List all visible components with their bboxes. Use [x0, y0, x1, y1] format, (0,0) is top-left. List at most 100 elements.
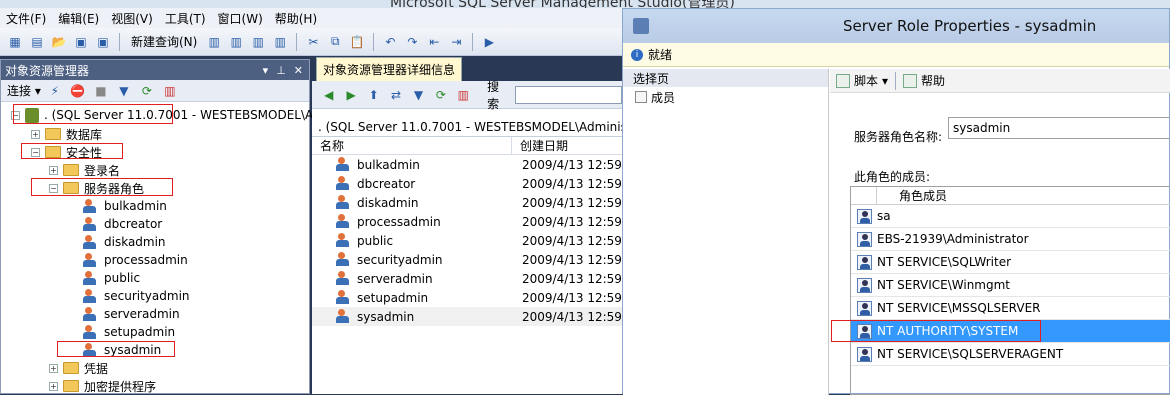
- expand-icon[interactable]: +: [49, 165, 58, 175]
- table-row[interactable]: public 2009/4/13 12:59: [312, 231, 622, 250]
- pin-icon[interactable]: ⊥: [276, 64, 286, 77]
- row-name: diskadmin: [357, 195, 419, 210]
- table-row[interactable]: diskadmin 2009/4/13 12:59: [312, 193, 622, 212]
- stop-icon[interactable]: ■: [92, 82, 110, 100]
- disconnect-icon[interactable]: ⛔: [69, 82, 87, 100]
- member-row[interactable]: NT SERVICE\Winmgmt: [851, 274, 1170, 297]
- forward-icon[interactable]: ▶: [342, 86, 359, 104]
- tree-node-role[interactable]: processadmin: [83, 251, 188, 269]
- security-label: 安全性: [66, 145, 103, 160]
- table-row[interactable]: securityadmin 2009/4/13 12:59: [312, 250, 622, 269]
- copy-icon[interactable]: ⧉: [326, 33, 344, 51]
- redo-icon[interactable]: ↷: [403, 33, 421, 51]
- tree-node-role[interactable]: diskadmin: [83, 233, 166, 251]
- report-icon[interactable]: ▥: [455, 86, 472, 104]
- column-header-name[interactable]: 名称: [312, 137, 512, 154]
- role-name-label: 服务器角色名称:: [854, 130, 943, 144]
- member-row[interactable]: NT SERVICE\MSSQLSERVER: [851, 297, 1170, 320]
- column-header-created[interactable]: 创建日期: [512, 137, 568, 154]
- back-icon[interactable]: ◀: [320, 86, 337, 104]
- navigate-backward-icon[interactable]: ⇤: [425, 33, 443, 51]
- close-icon[interactable]: ✕: [294, 64, 303, 77]
- server-role-icon: [83, 324, 99, 340]
- expand-icon[interactable]: +: [31, 129, 40, 139]
- refresh-icon[interactable]: ⟳: [138, 82, 156, 100]
- tree-node-role[interactable]: securityadmin: [83, 287, 190, 305]
- xmla-query-icon[interactable]: ▥: [249, 33, 267, 51]
- table-row[interactable]: bulkadmin 2009/4/13 12:59: [312, 155, 622, 174]
- dmx-query-icon[interactable]: ▥: [227, 33, 245, 51]
- server-role-icon: [336, 290, 352, 305]
- tree-node-role[interactable]: dbcreator: [83, 215, 162, 233]
- table-row[interactable]: serveradmin 2009/4/13 12:59: [312, 269, 622, 288]
- table-row[interactable]: setupadmin 2009/4/13 12:59: [312, 288, 622, 307]
- connect-button[interactable]: 连接 ▾: [7, 82, 41, 99]
- member-row[interactable]: NT SERVICE\SQLSERVERAGENT: [851, 343, 1170, 366]
- menu-help[interactable]: 帮助(H): [269, 10, 323, 27]
- script-dropdown-icon[interactable]: ▾: [882, 74, 888, 88]
- member-row[interactable]: sa: [851, 205, 1170, 228]
- tree-node-role[interactable]: serveradmin: [83, 305, 180, 323]
- column-header-role-member[interactable]: 角色成员: [877, 187, 947, 204]
- details-toolbar: ◀ ▶ ⬆ ⇄ ▼ ⟳ ▥ 搜索: [312, 80, 622, 111]
- undo-icon[interactable]: ↶: [381, 33, 399, 51]
- role-name-field[interactable]: sysadmin: [948, 117, 1170, 139]
- panel-dropdown-icon[interactable]: ▾: [263, 64, 269, 77]
- member-row[interactable]: NT SERVICE\SQLWriter: [851, 251, 1170, 274]
- menu-edit[interactable]: 编辑(E): [52, 10, 105, 27]
- navigate-forward-icon[interactable]: ⇥: [447, 33, 465, 51]
- tree-node-server[interactable]: − . (SQL Server 11.0.7001 - WESTEBSMODEL…: [11, 106, 321, 124]
- paste-icon[interactable]: 📋: [348, 33, 366, 51]
- mdx-query-icon[interactable]: ▥: [205, 33, 223, 51]
- search-input[interactable]: [515, 85, 622, 104]
- save-icon[interactable]: ▣: [72, 33, 90, 51]
- tree-node-role[interactable]: setupadmin: [83, 323, 175, 341]
- expand-icon[interactable]: +: [49, 363, 58, 373]
- table-row-selected[interactable]: sysadmin 2009/4/13 12:59: [312, 307, 622, 326]
- sync-icon[interactable]: ⇄: [387, 86, 404, 104]
- page-item-members[interactable]: 成员: [623, 87, 828, 107]
- table-row[interactable]: dbcreator 2009/4/13 12:59: [312, 174, 622, 193]
- collapse-icon[interactable]: −: [49, 183, 58, 193]
- member-row-selected[interactable]: NT AUTHORITY\SYSTEM: [851, 320, 1170, 343]
- tree-node-role[interactable]: bulkadmin: [83, 197, 167, 215]
- server-role-icon: [336, 252, 352, 267]
- tree-node-security[interactable]: − 安全性: [31, 143, 102, 161]
- add-item-icon[interactable]: ▤: [28, 33, 46, 51]
- menu-tools[interactable]: 工具(T): [159, 10, 212, 27]
- script-button[interactable]: 脚本: [854, 72, 878, 89]
- member-row[interactable]: EBS-21939\Administrator: [851, 228, 1170, 251]
- tree-node-role[interactable]: public: [83, 269, 140, 287]
- members-grid-header: 角色成员: [851, 187, 1170, 205]
- expand-icon[interactable]: +: [49, 381, 58, 391]
- connect-icon[interactable]: ⚡: [46, 82, 64, 100]
- menu-file[interactable]: 文件(F): [0, 10, 52, 27]
- tree-node-crypto-providers[interactable]: + 加密提供程序: [49, 377, 156, 395]
- collapse-icon[interactable]: −: [31, 147, 40, 157]
- collapse-icon[interactable]: −: [11, 110, 20, 120]
- tree-node-credentials[interactable]: + 凭据: [49, 359, 108, 377]
- menu-view[interactable]: 视图(V): [105, 10, 159, 27]
- new-project-icon[interactable]: ▦: [6, 33, 24, 51]
- refresh-icon[interactable]: ⟳: [432, 86, 449, 104]
- open-file-icon[interactable]: 📂: [50, 33, 68, 51]
- tree-node-server-roles[interactable]: − 服务器角色: [49, 179, 144, 197]
- tree-node-databases[interactable]: + 数据库: [31, 125, 102, 143]
- dax-query-icon[interactable]: ▥: [271, 33, 289, 51]
- activity-monitor-icon[interactable]: ▥: [161, 82, 179, 100]
- tab-object-explorer-details[interactable]: 对象资源管理器详细信息: [316, 57, 463, 81]
- menu-window[interactable]: 窗口(W): [212, 10, 269, 27]
- folder-icon: [45, 146, 61, 158]
- tree-node-role-sysadmin[interactable]: sysadmin: [83, 341, 161, 359]
- cut-icon[interactable]: ✂: [304, 33, 322, 51]
- save-all-icon[interactable]: ▣: [94, 33, 112, 51]
- filter-icon[interactable]: ▼: [115, 82, 133, 100]
- databases-label: 数据库: [66, 127, 103, 142]
- tree-node-logins[interactable]: + 登录名: [49, 161, 120, 179]
- up-folder-icon[interactable]: ⬆: [365, 86, 382, 104]
- filter-icon[interactable]: ▼: [410, 86, 427, 104]
- new-query-button[interactable]: 新建查询(N): [127, 33, 201, 51]
- table-row[interactable]: processadmin 2009/4/13 12:59: [312, 212, 622, 231]
- start-icon[interactable]: ▶: [480, 33, 498, 51]
- help-button[interactable]: 帮助: [921, 72, 945, 89]
